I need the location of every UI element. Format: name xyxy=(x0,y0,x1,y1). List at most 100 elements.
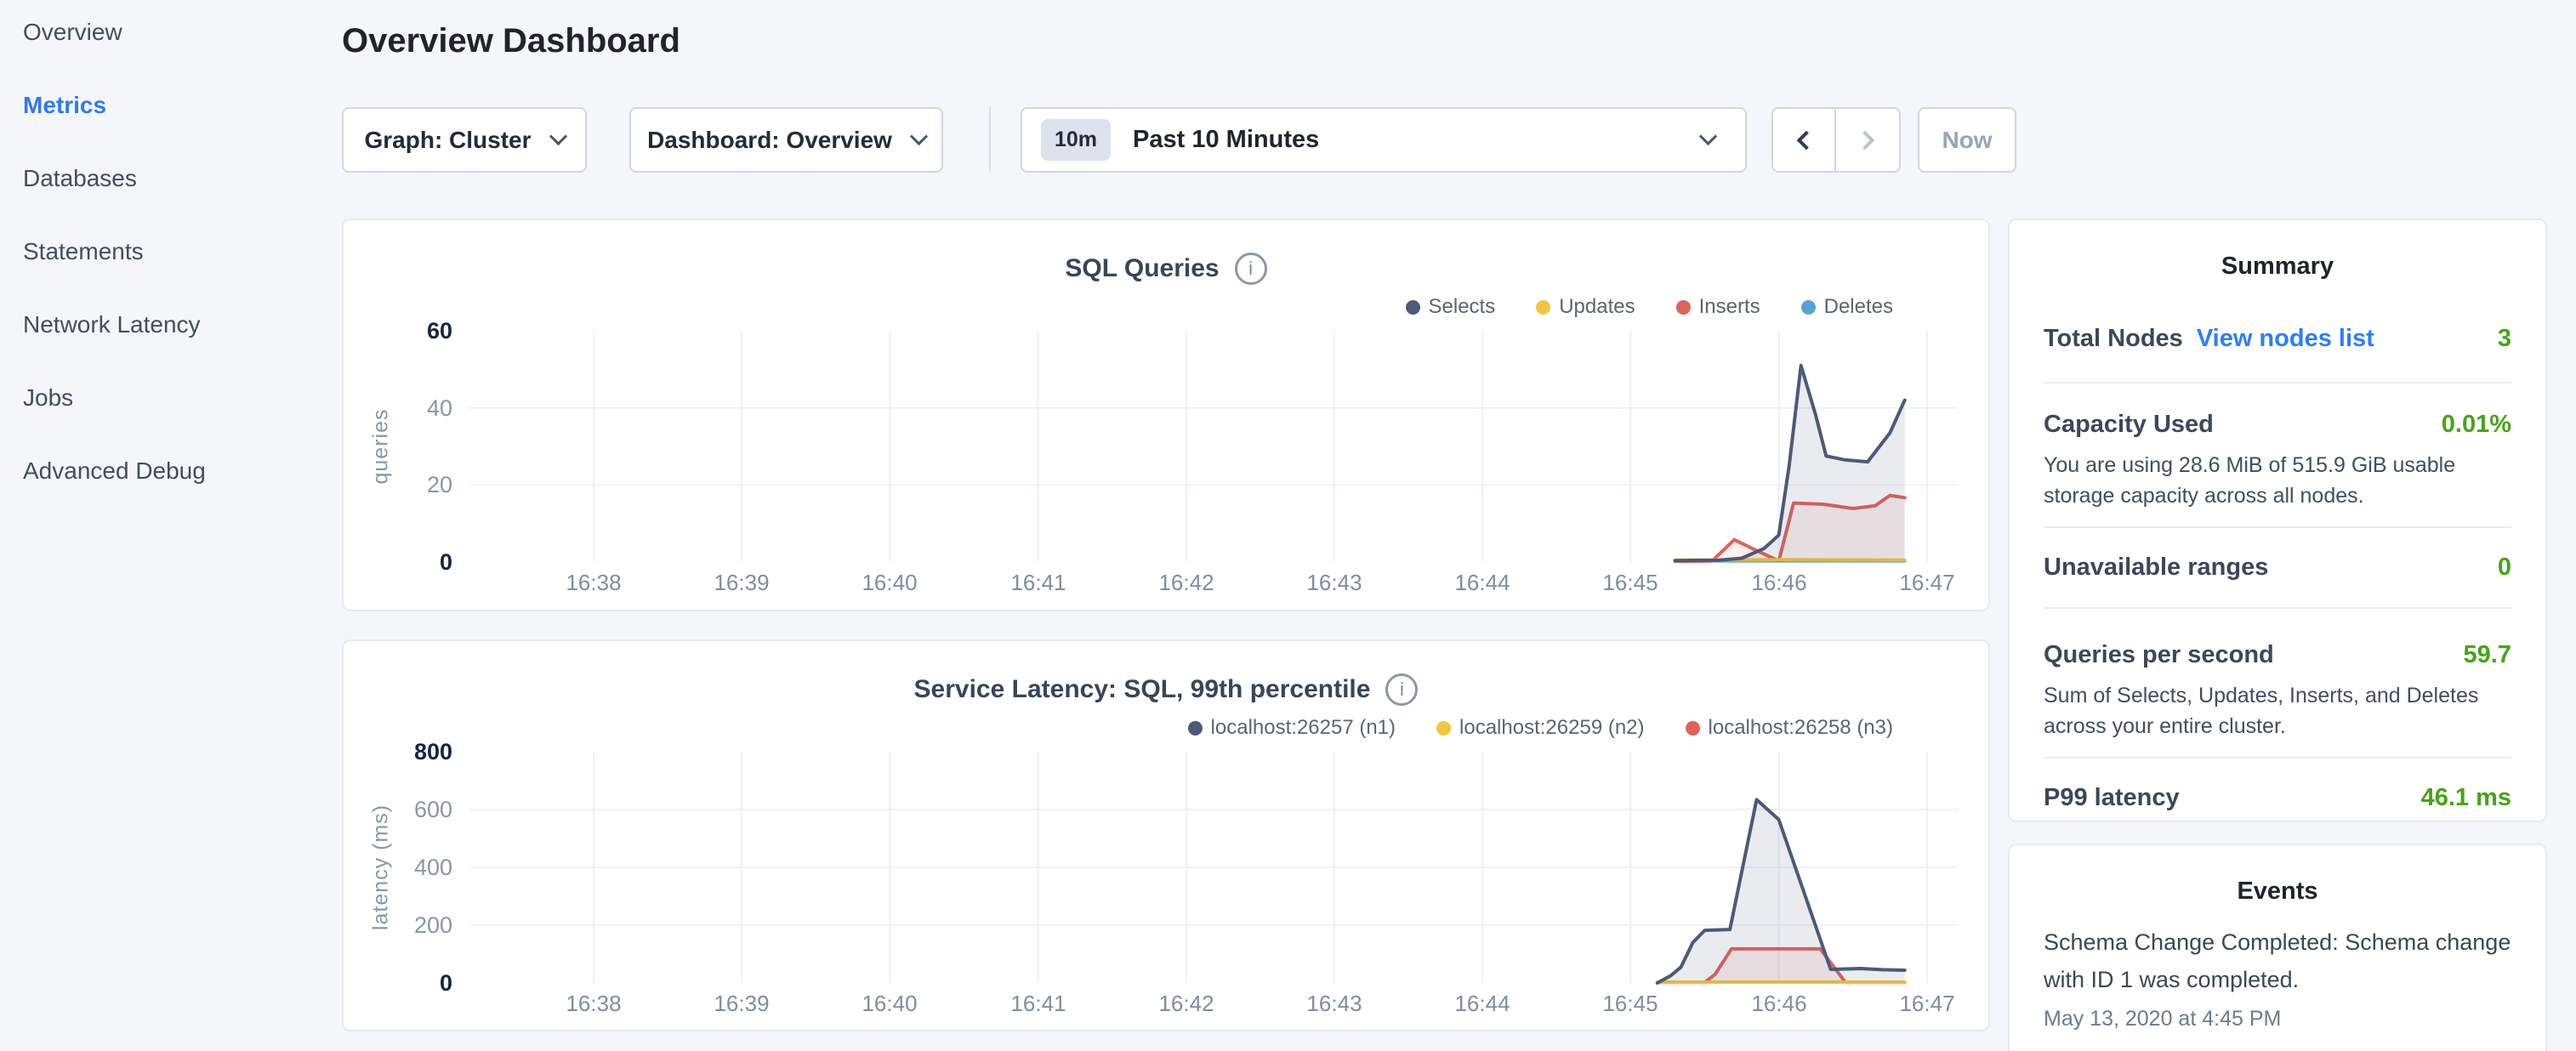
sidebar-item-advanced-debug[interactable]: Advanced Debug xyxy=(23,457,206,485)
legend-dot-icon xyxy=(1686,721,1700,736)
y-tick-label: 200 xyxy=(344,912,452,938)
summary-row-queries-per-second: Queries per second 59.7 xyxy=(2044,641,2511,669)
summary-row-unavailable-ranges: Unavailable ranges 0 xyxy=(2044,554,2511,582)
legend-item-deletes: Deletes xyxy=(1801,295,1893,319)
y-tick-label: 60 xyxy=(344,318,452,344)
y-tick-label: 600 xyxy=(344,797,452,822)
y-tick-label: 20 xyxy=(344,472,452,497)
summary-row-total-nodes: Total Nodes View nodes list 3 xyxy=(2044,325,2511,353)
x-tick-label: 16:42 xyxy=(1158,991,1214,1017)
y-tick-label: 0 xyxy=(344,970,452,996)
y-tick-label: 40 xyxy=(344,395,452,421)
event-item-text: Schema Change Completed: Schema change w… xyxy=(2044,924,2511,998)
sql-queries-chart-card: SQL Queries i Selects Updates Inserts Delet… xyxy=(342,219,1990,611)
graph-scope-dropdown-label: Graph: Cluster xyxy=(364,127,531,154)
events-panel: Events Schema Change Completed: Schema c… xyxy=(2008,844,2547,1051)
x-tick-label: 16:45 xyxy=(1602,991,1658,1017)
chart-legend: Selects Updates Inserts Deletes xyxy=(1406,295,1894,319)
dashboard-dropdown[interactable]: Dashboard: Overview xyxy=(629,107,943,173)
x-tick-label: 16:44 xyxy=(1454,570,1510,596)
controls-divider xyxy=(989,107,991,173)
info-icon[interactable]: i xyxy=(1235,253,1267,285)
summary-row-label: P99 latency xyxy=(2044,784,2180,812)
summary-row-label: Queries per second xyxy=(2044,641,2274,669)
summary-row-subtext: You are using 28.6 MiB of 515.9 GiB usab… xyxy=(2044,451,2511,511)
legend-dot-icon xyxy=(1188,721,1203,736)
x-tick-label: 16:41 xyxy=(1010,991,1066,1017)
x-tick-label: 16:38 xyxy=(566,991,621,1017)
page: Overview Metrics Databases Statements Ne… xyxy=(0,0,2576,1051)
event-item-timestamp: May 13, 2020 at 4:45 PM xyxy=(2044,1007,2511,1031)
x-tick-label: 16:46 xyxy=(1751,991,1806,1017)
next-time-button[interactable] xyxy=(1836,109,1899,171)
chart-plot xyxy=(469,331,1958,562)
time-window-dropdown[interactable]: 10m Past 10 Minutes xyxy=(1021,107,1747,173)
legend-dot-icon xyxy=(1536,300,1550,315)
chevron-right-icon xyxy=(1856,130,1875,150)
sidebar-item-jobs[interactable]: Jobs xyxy=(23,384,206,412)
y-tick-label: 0 xyxy=(344,549,452,575)
summary-row-capacity-used: Capacity Used 0.01% xyxy=(2044,411,2511,439)
summary-row-p99-latency: P99 latency 46.1 ms xyxy=(2044,784,2511,812)
summary-row-label: Total Nodes xyxy=(2044,325,2183,353)
prev-time-button[interactable] xyxy=(1773,109,1836,171)
y-tick-label: 400 xyxy=(344,855,452,880)
chevron-left-icon xyxy=(1797,130,1817,150)
chart-plot xyxy=(469,752,1958,983)
chart-title: Service Latency: SQL, 99th percentile xyxy=(914,675,1371,704)
summary-row-value: 46.1 ms xyxy=(2421,784,2511,812)
x-axis: 16:3816:3916:4016:4116:4216:4316:4416:45… xyxy=(469,570,1958,599)
summary-row-subtext: Sum of Selects, Updates, Inserts, and De… xyxy=(2044,681,2511,741)
legend-label: Selects xyxy=(1429,295,1496,319)
summary-row-value: 0.01% xyxy=(2442,411,2511,439)
sidebar-item-overview[interactable]: Overview xyxy=(23,19,206,46)
service-latency-chart-card: Service Latency: SQL, 99th percentile i … xyxy=(342,639,1990,1031)
x-tick-label: 16:40 xyxy=(862,991,917,1017)
legend-item-localhost-26257-n1: localhost:26257 (n1) xyxy=(1188,716,1396,740)
time-window-label: Past 10 Minutes xyxy=(1133,126,1702,154)
info-icon[interactable]: i xyxy=(1385,673,1418,706)
divider xyxy=(2044,607,2511,609)
legend-dot-icon xyxy=(1676,300,1691,315)
legend-label: Inserts xyxy=(1699,295,1760,319)
x-tick-label: 16:43 xyxy=(1306,991,1362,1017)
legend-label: Deletes xyxy=(1824,295,1893,319)
sidebar-item-statements[interactable]: Statements xyxy=(23,238,206,265)
events-title: Events xyxy=(2010,878,2545,906)
summary-row-label: Capacity Used xyxy=(2044,411,2214,439)
divider xyxy=(2044,382,2511,383)
x-tick-label: 16:43 xyxy=(1306,570,1362,596)
y-axis: 0200400600800 xyxy=(344,752,452,983)
summary-row-value: 59.7 xyxy=(2464,641,2511,669)
legend-dot-icon xyxy=(1436,721,1451,736)
x-tick-label: 16:44 xyxy=(1454,991,1510,1017)
x-tick-label: 16:40 xyxy=(862,570,917,596)
y-axis: 0204060 xyxy=(344,331,452,562)
time-window-badge: 10m xyxy=(1041,119,1111,161)
page-title: Overview Dashboard xyxy=(342,22,680,60)
chevron-down-icon xyxy=(910,128,928,145)
now-button[interactable]: Now xyxy=(1918,107,2016,173)
y-axis-label: queries xyxy=(369,409,394,485)
legend-label: Updates xyxy=(1559,295,1635,319)
legend-label: localhost:26257 (n1) xyxy=(1211,716,1396,740)
chart-title: SQL Queries xyxy=(1065,254,1219,283)
legend-item-inserts: Inserts xyxy=(1676,295,1760,319)
sidebar-item-metrics[interactable]: Metrics xyxy=(23,92,206,119)
time-step-buttons xyxy=(1771,107,1901,173)
chart-legend: localhost:26257 (n1)localhost:26259 (n2)… xyxy=(1188,716,1893,740)
legend-dot-icon xyxy=(1801,300,1816,315)
dashboard-dropdown-label: Dashboard: Overview xyxy=(647,127,892,154)
x-tick-label: 16:41 xyxy=(1010,570,1066,596)
legend-item-selects: Selects xyxy=(1406,295,1496,319)
summary-panel: Summary Total Nodes View nodes list 3 Ca… xyxy=(2008,219,2547,822)
sidebar-item-databases[interactable]: Databases xyxy=(23,165,206,192)
chevron-down-icon xyxy=(1699,128,1717,145)
legend-dot-icon xyxy=(1406,300,1420,315)
sidebar-item-network-latency[interactable]: Network Latency xyxy=(23,311,206,338)
controls-row: Graph: Cluster Dashboard: Overview 10m P… xyxy=(342,107,2016,173)
x-tick-label: 16:39 xyxy=(714,991,769,1017)
y-tick-label: 800 xyxy=(344,739,452,764)
view-nodes-list-link[interactable]: View nodes list xyxy=(2197,325,2374,353)
graph-scope-dropdown[interactable]: Graph: Cluster xyxy=(342,107,587,173)
